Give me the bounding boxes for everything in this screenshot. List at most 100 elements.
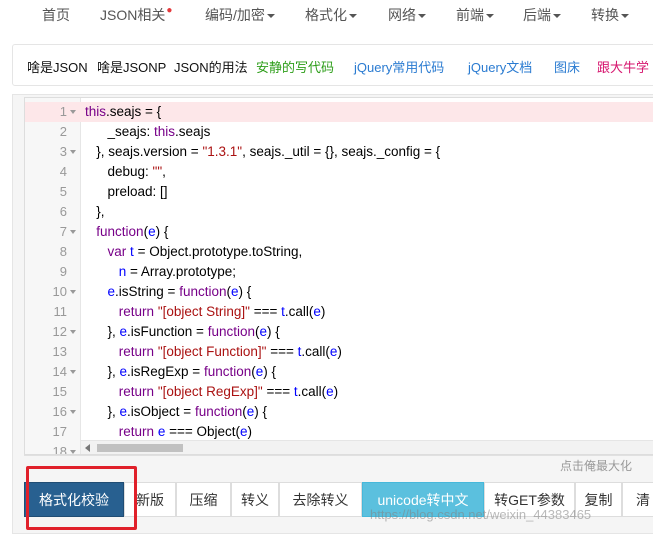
hot-badge-icon: ● <box>166 5 173 16</box>
code-token: "[object String]" <box>157 304 250 319</box>
code-token: === Object( <box>165 424 240 439</box>
code-line[interactable]: 8 var t = Object.prototype.toString, <box>25 242 653 262</box>
code-line[interactable]: 16 }, e.isObject = function(e) { <box>25 402 653 422</box>
nav-item-label: 首页 <box>42 7 70 23</box>
code-token: ) <box>333 384 339 399</box>
nav-item-4[interactable]: 网络 <box>388 5 426 25</box>
line-number: 11 <box>53 304 68 319</box>
line-number: 14 <box>52 364 67 379</box>
code-token: return <box>118 384 155 399</box>
fold-arrow-icon[interactable] <box>70 230 76 234</box>
code-token: ) { <box>155 224 169 239</box>
maximize-hint[interactable]: 点击俺最大化 <box>560 457 632 474</box>
code-line[interactable]: 5 preload: [] <box>25 182 653 202</box>
editor-resize-divider <box>24 455 653 456</box>
fold-arrow-icon[interactable] <box>70 370 76 374</box>
line-number: 17 <box>52 424 67 439</box>
code-token: ) <box>320 304 326 319</box>
code-line[interactable]: 11 return "[object String]" === t.call(e… <box>25 302 653 322</box>
code-token: return <box>118 304 155 319</box>
code-token: , <box>162 164 166 179</box>
code-line[interactable]: 2 _seajs: this.seajs <box>25 122 653 142</box>
code-token: .call( <box>297 384 327 399</box>
quick-link[interactable]: jQuery文档 <box>468 57 532 76</box>
fold-arrow-icon[interactable] <box>70 290 76 294</box>
code-line[interactable]: 7 function(e) { <box>25 222 653 242</box>
code-token: function <box>207 324 255 339</box>
quick-link[interactable]: jQuery常用代码 <box>354 57 444 76</box>
code-text: _seajs: this.seajs <box>85 122 211 142</box>
code-token: .call( <box>301 344 330 359</box>
code-line[interactable]: 13 return "[object Function]" === t.call… <box>25 342 653 362</box>
code-text: debug: "", <box>85 162 166 182</box>
caret-down-icon <box>418 14 426 19</box>
quick-link[interactable]: JSON的用法 <box>174 57 248 76</box>
fold-arrow-icon[interactable] <box>70 150 76 154</box>
quick-link[interactable]: 安静的写代码 <box>256 57 334 76</box>
caret-down-icon <box>486 14 494 19</box>
fold-arrow-icon[interactable] <box>70 330 76 334</box>
scrollbar-thumb[interactable] <box>97 444 183 452</box>
nav-item-label: 后端 <box>523 7 551 23</box>
nav-item-1[interactable]: JSON相关● <box>100 5 172 25</box>
code-token: e <box>119 364 128 379</box>
code-text: return "[object Function]" === t.call(e) <box>85 342 342 362</box>
code-line[interactable]: 15 return "[object RegExp]" === t.call(e… <box>25 382 653 402</box>
code-text: }, seajs.version = "1.3.1", seajs._util … <box>85 142 440 162</box>
nav-item-0[interactable]: 首页 <box>42 5 70 25</box>
code-token: function <box>179 284 227 299</box>
horizontal-scrollbar[interactable] <box>81 440 653 454</box>
caret-down-icon <box>621 14 629 19</box>
nav-item-label: 格式化 <box>305 7 347 23</box>
code-text: }, e.isFunction = function(e) { <box>85 322 280 342</box>
quick-link[interactable]: 啥是JSON <box>27 57 88 76</box>
code-line[interactable]: 14 }, e.isRegExp = function(e) { <box>25 362 653 382</box>
quick-link[interactable]: 跟大牛学 <box>597 57 649 76</box>
code-line[interactable]: 6 }, <box>25 202 653 222</box>
code-editor[interactable]: 1 this.seajs = {2 _seajs: this.seajs 3 }, … <box>24 97 653 455</box>
line-number: 15 <box>52 384 67 399</box>
code-text: n = Array.prototype; <box>85 262 236 282</box>
code-token: = Array.prototype; <box>126 264 236 279</box>
code-token: .seajs <box>175 124 211 139</box>
fold-arrow-icon[interactable] <box>70 450 76 454</box>
code-token: return <box>118 424 155 439</box>
action-button[interactable]: 清 <box>622 482 653 517</box>
action-button[interactable]: 去除转义 <box>279 482 362 517</box>
code-text: e.isString = function(e) { <box>85 282 252 302</box>
code-token: === <box>262 384 294 399</box>
action-button[interactable]: 新版 <box>124 482 176 517</box>
nav-item-3[interactable]: 格式化 <box>305 5 357 25</box>
code-line[interactable]: 12 }, e.isFunction = function(e) { <box>25 322 653 342</box>
nav-item-2[interactable]: 编码/加密 <box>205 5 275 25</box>
code-token: === <box>249 304 282 319</box>
nav-item-6[interactable]: 后端 <box>523 5 561 25</box>
action-button[interactable]: 压缩 <box>176 482 231 517</box>
code-line[interactable]: 4 debug: "", <box>25 162 653 182</box>
code-line[interactable]: 9 n = Array.prototype; <box>25 262 653 282</box>
action-button[interactable]: 转义 <box>231 482 279 517</box>
code-token: var <box>107 244 127 259</box>
quick-link[interactable]: 图床 <box>554 57 580 76</box>
code-token: "1.3.1" <box>202 144 243 159</box>
code-line[interactable]: 17 return e === Object(e) <box>25 422 653 442</box>
code-token: _seajs: <box>85 124 155 139</box>
fold-arrow-icon[interactable] <box>70 110 76 114</box>
nav-item-7[interactable]: 转换 <box>591 5 629 25</box>
action-button[interactable]: 格式化校验 <box>24 482 124 517</box>
line-number: 13 <box>52 344 67 359</box>
code-line[interactable]: 3 }, seajs.version = "1.3.1", seajs._uti… <box>25 142 653 162</box>
quick-links-bar: 啥是JSON 啥是JSONP JSON的用法 安静的写代码 jQuery常用代码 jQue… <box>12 44 653 86</box>
nav-item-label: 转换 <box>591 7 619 23</box>
code-line[interactable]: 10 e.isString = function(e) { <box>25 282 653 302</box>
code-line[interactable]: 1 this.seajs = { <box>25 102 653 122</box>
line-number: 12 <box>52 324 67 339</box>
nav-item-5[interactable]: 前端 <box>456 5 494 25</box>
scroll-left-icon[interactable] <box>85 444 90 452</box>
fold-arrow-icon[interactable] <box>70 410 76 414</box>
code-token: ) <box>337 344 342 359</box>
quick-link[interactable]: 啥是JSONP <box>97 57 166 76</box>
